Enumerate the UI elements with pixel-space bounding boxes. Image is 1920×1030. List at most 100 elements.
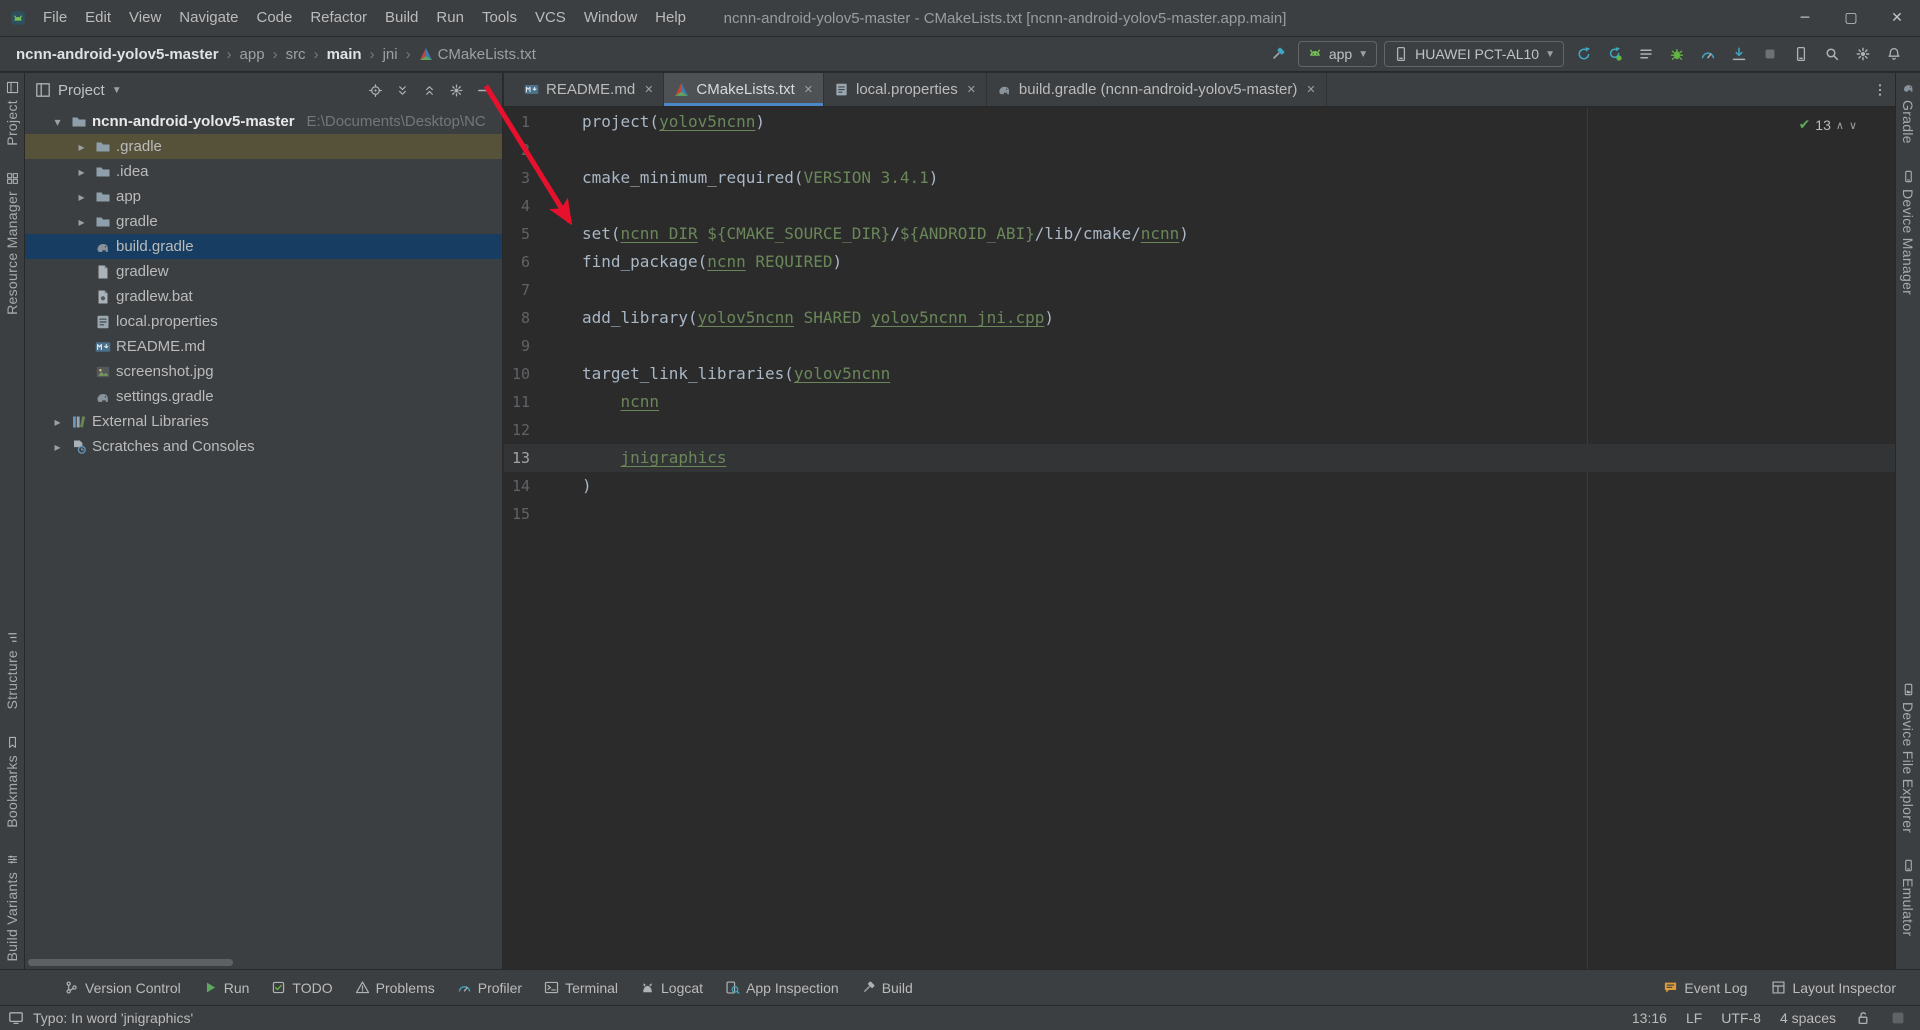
editor-line-9[interactable]: 9	[504, 332, 1895, 360]
tool-window-button-logcat[interactable]: Logcat	[640, 980, 703, 996]
tree-item-build-gradle[interactable]: build.gradle	[25, 234, 502, 259]
breadcrumb-item-src[interactable]: src	[284, 46, 308, 63]
chevron-right-icon[interactable]: ▸	[73, 165, 90, 179]
chevron-right-icon[interactable]: ▸	[73, 140, 90, 154]
line-separator[interactable]: LF	[1686, 1010, 1702, 1026]
editor-line-10[interactable]: 10target_link_libraries(yolov5ncnn	[504, 360, 1895, 388]
apply-changes-button[interactable]	[1602, 42, 1627, 67]
editor-line-5[interactable]: 5set(ncnn_DIR ${CMAKE_SOURCE_DIR}/${ANDR…	[504, 220, 1895, 248]
tree-item-local-properties[interactable]: local.properties	[25, 309, 502, 334]
menu-window[interactable]: Window	[575, 0, 646, 36]
tool-window-button-version-control[interactable]: Version Control	[64, 980, 181, 996]
breadcrumb-item-app[interactable]: app	[238, 46, 267, 63]
tool-window-button-gradle[interactable]: Gradle	[1900, 81, 1916, 144]
editor-body[interactable]: 1project(yolov5ncnn)23cmake_minimum_requ…	[504, 108, 1895, 969]
background-tasks-icon[interactable]	[1890, 1010, 1906, 1026]
search-everywhere-button[interactable]	[1819, 42, 1844, 67]
editor-line-8[interactable]: 8add_library(yolov5ncnn SHARED yolov5ncn…	[504, 304, 1895, 332]
tool-window-button-build[interactable]: Build	[861, 980, 913, 996]
menu-file[interactable]: File	[34, 0, 76, 36]
cursor-position[interactable]: 13:16	[1632, 1010, 1667, 1026]
horizontal-scrollbar[interactable]	[28, 959, 233, 966]
tree-item-app[interactable]: ▸app	[25, 184, 502, 209]
chevron-down-icon[interactable]: ▾	[49, 115, 66, 129]
menu-vcs[interactable]: VCS	[526, 0, 575, 36]
editor-line-12[interactable]: 12	[504, 416, 1895, 444]
chevron-right-icon[interactable]: ▸	[73, 190, 90, 204]
tree-item-ncnn-android-yolov5-master[interactable]: ▾ncnn-android-yolov5-masterE:\Documents\…	[25, 109, 502, 134]
debug-button[interactable]	[1664, 42, 1689, 67]
breadcrumb-item-cmakelists-txt[interactable]: CMakeLists.txt	[417, 46, 538, 63]
attach-debugger-button[interactable]	[1726, 42, 1751, 67]
tool-window-button-emulator[interactable]: Emulator	[1900, 859, 1916, 936]
inspections-widget[interactable]: ✔ 13 ∧ ∨	[1799, 117, 1857, 133]
tree-item-external-libraries[interactable]: ▸External Libraries	[25, 409, 502, 434]
tree-item-gradle[interactable]: ▸gradle	[25, 209, 502, 234]
menu-tools[interactable]: Tools	[473, 0, 526, 36]
editor-line-11[interactable]: 11 ncnn	[504, 388, 1895, 416]
editor-line-2[interactable]: 2	[504, 136, 1895, 164]
editor-line-6[interactable]: 6find_package(ncnn REQUIRED)	[504, 248, 1895, 276]
tool-window-button-project[interactable]: Project	[4, 81, 20, 146]
previous-problem-icon[interactable]: ∧	[1836, 119, 1844, 132]
tool-window-button-structure[interactable]: Structure	[4, 631, 20, 710]
tool-window-button-bookmarks[interactable]: Bookmarks	[4, 736, 20, 828]
tree-item-readme-md[interactable]: README.md	[25, 334, 502, 359]
tool-window-button-terminal[interactable]: Terminal	[544, 980, 618, 996]
tree-item-gradlew[interactable]: gradlew	[25, 259, 502, 284]
editor-line-1[interactable]: 1project(yolov5ncnn)	[504, 108, 1895, 136]
tab-options-button[interactable]	[1865, 73, 1895, 106]
tree-item-screenshot-jpg[interactable]: screenshot.jpg	[25, 359, 502, 384]
menu-navigate[interactable]: Navigate	[170, 0, 247, 36]
tree-item-settings-gradle[interactable]: settings.gradle	[25, 384, 502, 409]
tree-item-scratches-and-consoles[interactable]: ▸Scratches and Consoles	[25, 434, 502, 459]
tool-window-button-resource-manager[interactable]: Resource Manager	[4, 172, 20, 315]
collapse-all-button[interactable]	[419, 80, 440, 101]
tree-item-gradlew-bat[interactable]: gradlew.bat	[25, 284, 502, 309]
breadcrumb-item-main[interactable]: main	[325, 46, 364, 63]
editor-tab-readme-md[interactable]: README.md✕	[514, 73, 664, 106]
menu-run[interactable]: Run	[427, 0, 473, 36]
close-tab-icon[interactable]: ✕	[644, 83, 653, 96]
tool-window-button-run[interactable]: Run	[203, 980, 250, 996]
close-tab-icon[interactable]: ✕	[804, 83, 813, 96]
tree-item-gradle[interactable]: ▸.gradle	[25, 134, 502, 159]
editor-line-13[interactable]: 13 jnigraphics	[504, 444, 1895, 472]
expand-all-button[interactable]	[392, 80, 413, 101]
menu-code[interactable]: Code	[247, 0, 301, 36]
run-button[interactable]	[1571, 42, 1596, 67]
tool-window-button-profiler[interactable]: Profiler	[457, 980, 522, 996]
tool-window-button-problems[interactable]: Problems	[355, 980, 435, 996]
readonly-lock-icon[interactable]	[1855, 1010, 1871, 1026]
tool-window-button-todo[interactable]: TODO	[271, 980, 332, 996]
file-encoding[interactable]: UTF-8	[1721, 1010, 1761, 1026]
panel-settings-button[interactable]	[446, 80, 467, 101]
minimize-button[interactable]: ─	[1782, 0, 1828, 37]
editor-tab-build-gradle-ncnn-android-yolov5-master[interactable]: build.gradle (ncnn-android-yolov5-master…	[987, 73, 1327, 106]
menu-refactor[interactable]: Refactor	[301, 0, 376, 36]
build-project-button[interactable]	[1266, 42, 1291, 67]
chevron-right-icon[interactable]: ▸	[49, 440, 66, 454]
device-manager-button[interactable]	[1788, 42, 1813, 67]
tool-window-button-layout-inspector[interactable]: Layout Inspector	[1771, 980, 1896, 996]
tool-window-button-build-variants[interactable]: Build Variants	[4, 853, 20, 962]
tool-window-button-device-manager[interactable]: Device Manager	[1900, 170, 1916, 295]
editor-line-3[interactable]: 3cmake_minimum_required(VERSION 3.4.1)	[504, 164, 1895, 192]
close-tab-icon[interactable]: ✕	[1306, 83, 1315, 96]
maximize-button[interactable]: ▢	[1828, 0, 1874, 37]
device-select[interactable]: HUAWEI PCT-AL10 ▼	[1384, 41, 1564, 67]
tool-window-switcher-icon[interactable]	[8, 1010, 24, 1026]
menu-help[interactable]: Help	[646, 0, 695, 36]
breadcrumb-item-jni[interactable]: jni	[381, 46, 400, 63]
breadcrumb-item-ncnn-android-yolov5-master[interactable]: ncnn-android-yolov5-master	[14, 46, 221, 63]
run-configurations-button[interactable]	[1633, 42, 1658, 67]
close-button[interactable]: ✕	[1874, 0, 1920, 37]
profile-button[interactable]	[1695, 42, 1720, 67]
tool-window-button-app-inspection[interactable]: App Inspection	[725, 980, 839, 996]
next-problem-icon[interactable]: ∨	[1849, 119, 1857, 132]
tool-window-button-event-log[interactable]: Event Log	[1663, 980, 1747, 996]
menu-view[interactable]: View	[120, 0, 170, 36]
tree-item-idea[interactable]: ▸.idea	[25, 159, 502, 184]
editor-line-14[interactable]: 14)	[504, 472, 1895, 500]
editor-line-7[interactable]: 7	[504, 276, 1895, 304]
